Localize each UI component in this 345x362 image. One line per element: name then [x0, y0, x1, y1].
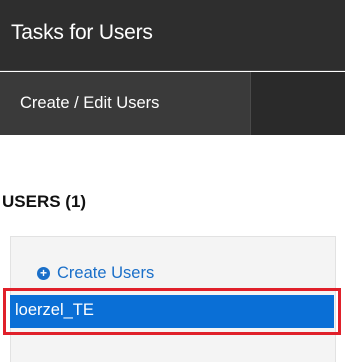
title-bar: Tasks for Users [0, 0, 345, 71]
tab-create-edit-users[interactable]: Create / Edit Users [0, 72, 251, 135]
plus-circle-icon: + [37, 266, 50, 280]
create-users-link[interactable]: + Create Users [37, 262, 154, 284]
create-users-label: Create Users [57, 263, 155, 282]
tab-bar: Create / Edit Users [0, 72, 345, 135]
users-section-heading: USERS (1) [2, 192, 87, 211]
user-item-label: loerzel_TE [15, 301, 94, 319]
page-title: Tasks for Users [11, 21, 153, 44]
list-item-user[interactable]: loerzel_TE [10, 295, 334, 328]
tab-label: Create / Edit Users [20, 94, 160, 112]
